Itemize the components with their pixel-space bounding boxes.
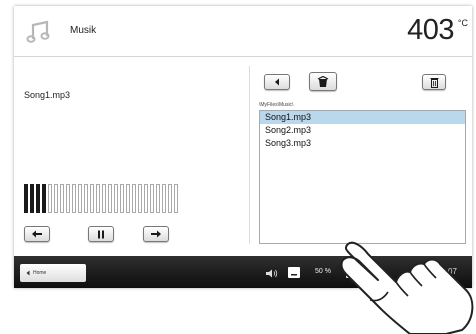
next-button[interactable] <box>143 226 169 242</box>
arrow-left-icon <box>32 230 42 238</box>
volume-down-button[interactable] <box>288 267 300 278</box>
volume-segment <box>114 184 118 213</box>
volume-segment <box>144 184 148 213</box>
file-list[interactable]: Song1.mp3 Song2.mp3 Song3.mp3 <box>259 110 466 244</box>
volume-segment <box>42 184 46 213</box>
open-folder-icon <box>317 75 329 87</box>
pause-icon <box>98 230 104 238</box>
volume-segment <box>66 184 70 213</box>
current-song-title: Song1.mp3 <box>24 90 71 100</box>
open-folder-button[interactable] <box>309 72 337 91</box>
delete-button[interactable] <box>422 74 446 90</box>
file-item-song2[interactable]: Song2.mp3 <box>260 124 465 137</box>
volume-segment <box>72 184 76 213</box>
volume-segment <box>78 184 82 213</box>
volume-segment <box>48 184 52 213</box>
panel-divider <box>249 66 250 244</box>
volume-segment <box>96 184 100 213</box>
folder-path: \MyFiles\Music\ <box>259 102 294 108</box>
temperature-unit: °C <box>457 18 468 28</box>
home-button[interactable]: Home <box>20 264 86 282</box>
folder-back-button[interactable] <box>264 74 290 90</box>
volume-segment <box>132 184 136 213</box>
page-title: Musik <box>70 25 97 36</box>
header-bar: Musik 403 °C <box>14 6 472 57</box>
volume-segment <box>168 184 172 213</box>
volume-segment <box>102 184 106 213</box>
volume-segment <box>36 184 40 213</box>
volume-segment <box>108 184 112 213</box>
previous-button[interactable] <box>24 226 50 242</box>
file-item-song1[interactable]: Song1.mp3 <box>260 111 465 124</box>
volume-percent: 50 % <box>315 268 331 275</box>
volume-segment <box>54 184 58 213</box>
chevron-left-icon <box>275 78 279 86</box>
music-note-icon <box>26 20 50 43</box>
volume-segment <box>84 184 88 213</box>
volume-segment <box>126 184 130 213</box>
volume-segment <box>60 184 64 213</box>
chevron-left-icon <box>26 270 30 276</box>
home-label: Home <box>33 270 47 276</box>
pause-button[interactable] <box>88 226 114 242</box>
volume-segment <box>162 184 166 213</box>
temperature-display: 403 <box>407 14 454 46</box>
arrow-right-icon <box>151 230 161 238</box>
volume-segment <box>120 184 124 213</box>
volume-level-bar[interactable] <box>24 184 178 213</box>
file-item-song3[interactable]: Song3.mp3 <box>260 137 465 150</box>
volume-segment <box>150 184 154 213</box>
speaker-icon <box>266 269 278 278</box>
volume-segment <box>24 184 28 213</box>
pointing-hand-icon <box>340 241 474 334</box>
minus-icon <box>291 274 297 276</box>
volume-segment <box>174 184 178 213</box>
volume-segment <box>90 184 94 213</box>
trash-icon <box>430 77 438 88</box>
volume-segment <box>156 184 160 213</box>
volume-segment <box>30 184 34 213</box>
volume-segment <box>138 184 142 213</box>
